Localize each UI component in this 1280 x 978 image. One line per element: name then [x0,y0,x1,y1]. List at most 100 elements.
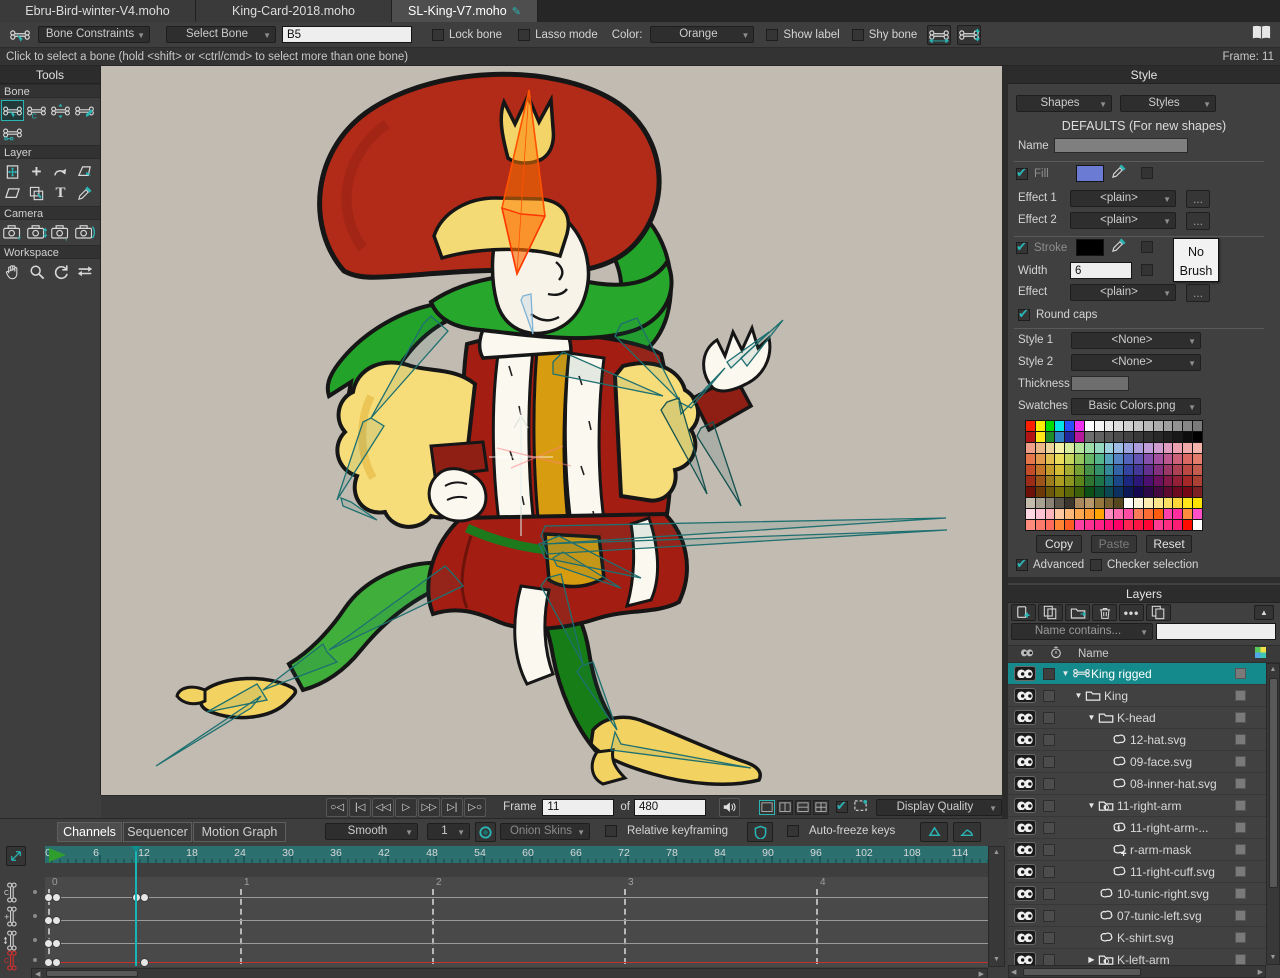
palette-swatch[interactable] [1075,465,1084,475]
palette-swatch[interactable] [1144,520,1153,530]
play-start-marker[interactable] [49,848,66,862]
palette-swatch[interactable] [1075,476,1084,486]
new-layer-button[interactable] [1011,604,1036,621]
layer-row[interactable]: 09-face.svg [1008,751,1266,773]
delete-layer-button[interactable] [1092,604,1117,621]
palette-swatch[interactable] [1183,487,1192,497]
palette-swatch[interactable] [1055,454,1064,464]
palette-swatch[interactable] [1046,498,1055,508]
relative-keyframing-checkbox[interactable] [605,825,617,837]
layer-animation-checkbox[interactable] [1043,690,1055,702]
expand-toggle-icon[interactable]: ▼ [1085,713,1098,722]
palette-swatch[interactable] [1036,465,1045,475]
palette-swatch[interactable] [1164,432,1173,442]
palette-swatch[interactable] [1134,498,1143,508]
palette-swatch[interactable] [1095,465,1104,475]
scroll-right-icon[interactable]: ▶ [1258,968,1263,976]
bone-translation-channel-icon[interactable]: + [4,905,28,931]
palette-swatch[interactable] [1114,498,1123,508]
duplicate-layer-button[interactable] [1038,604,1063,621]
layout-single-button[interactable] [759,800,775,815]
layers-vscrollbar[interactable]: ▲ ▼ [1266,663,1280,965]
palette-swatch[interactable] [1193,454,1202,464]
palette-swatch[interactable] [1183,454,1192,464]
layer-row[interactable]: ▶K-left-arm [1008,949,1266,965]
layer-color-swatch[interactable] [1235,888,1246,899]
palette-swatch[interactable] [1105,509,1114,519]
palette-swatch[interactable] [1075,443,1084,453]
palette-swatch[interactable] [1154,454,1163,464]
palette-swatch[interactable] [1154,443,1163,453]
palette-swatch[interactable] [1095,509,1104,519]
palette-swatch[interactable] [1134,465,1143,475]
layer-animation-checkbox[interactable] [1043,932,1055,944]
step-forward-button[interactable]: ▷▷ [418,798,440,817]
palette-swatch[interactable] [1124,520,1133,530]
palette-swatch[interactable] [1055,465,1064,475]
layer-visibility-button[interactable] [1014,666,1036,681]
bone-rotation-channel-icon[interactable]: C [4,881,28,907]
palette-swatch[interactable] [1154,421,1163,431]
palette-swatch[interactable] [1183,476,1192,486]
layer-color-swatch[interactable] [1235,690,1246,701]
add-bone-tool[interactable] [73,100,96,121]
new-group-button[interactable] [1065,604,1090,621]
palette-swatch[interactable] [1183,520,1192,530]
palette-swatch[interactable] [1193,465,1202,475]
fill-eyedropper-icon[interactable] [1111,164,1126,182]
palette-swatch[interactable] [1036,487,1045,497]
layer-visibility-button[interactable] [1014,842,1036,857]
palette-swatch[interactable] [1193,498,1202,508]
palette-swatch[interactable] [1046,421,1055,431]
palette-swatch[interactable] [1164,509,1173,519]
wedge-layer-tool[interactable] [73,161,96,182]
palette-swatch[interactable] [1036,476,1045,486]
layer-options-button[interactable]: ••• [1119,604,1144,621]
layer-animation-checkbox[interactable] [1043,734,1055,746]
keyframe-dot[interactable] [52,939,61,948]
palette-swatch[interactable] [1114,443,1123,453]
palette-swatch[interactable] [1046,476,1055,486]
palette-swatch[interactable] [1173,465,1182,475]
palette-swatch[interactable] [1134,520,1143,530]
reparent-bone-tool[interactable] [1,122,24,143]
layer-color-swatch[interactable] [1235,844,1246,855]
palette-swatch[interactable] [1065,443,1074,453]
palette-swatch[interactable] [1173,454,1182,464]
palette-swatch[interactable] [1124,509,1133,519]
scroll-up-icon[interactable]: ▲ [989,847,1004,859]
layer-visibility-button[interactable] [1014,930,1036,945]
show-label-checkbox[interactable] [766,29,778,41]
palette-swatch[interactable] [1105,476,1114,486]
layers-hscrollbar[interactable]: ◀ ▶ [1008,965,1266,978]
layer-row[interactable]: 10-tunic-right.svg [1008,883,1266,905]
palette-swatch[interactable] [1026,421,1035,431]
palette-swatch[interactable] [1026,476,1035,486]
layer-visibility-button[interactable] [1014,798,1036,813]
advanced-checkbox[interactable] [1016,559,1028,571]
zoom-camera-tool[interactable] [25,222,48,243]
stroke-effect-dropdown[interactable]: <plain>▼ [1070,284,1176,301]
palette-swatch[interactable] [1164,487,1173,497]
palette-swatch[interactable] [1173,443,1182,453]
palette-swatch[interactable] [1075,487,1084,497]
palette-swatch[interactable] [1036,421,1045,431]
palette-swatch[interactable] [1134,432,1143,442]
marquee-icon[interactable] [853,799,868,815]
palette-swatch[interactable] [1124,465,1133,475]
palette-swatch[interactable] [1105,520,1114,530]
layer-color-swatch[interactable] [1235,932,1246,943]
layer-visibility-button[interactable] [1014,908,1036,923]
palette-swatch[interactable] [1065,498,1074,508]
palette-swatch[interactable] [1183,421,1192,431]
palette-swatch[interactable] [1085,487,1094,497]
layer-visibility-button[interactable] [1014,754,1036,769]
layer-color-swatch[interactable] [1235,822,1246,833]
palette-swatch[interactable] [1154,487,1163,497]
palette-swatch[interactable] [1114,487,1123,497]
palette-swatch[interactable] [1193,509,1202,519]
palette-swatch[interactable] [1105,498,1114,508]
rotate-workspace-tool[interactable] [49,261,72,282]
lasso-mode-checkbox[interactable] [518,29,530,41]
eyedropper-tool[interactable] [73,183,96,204]
